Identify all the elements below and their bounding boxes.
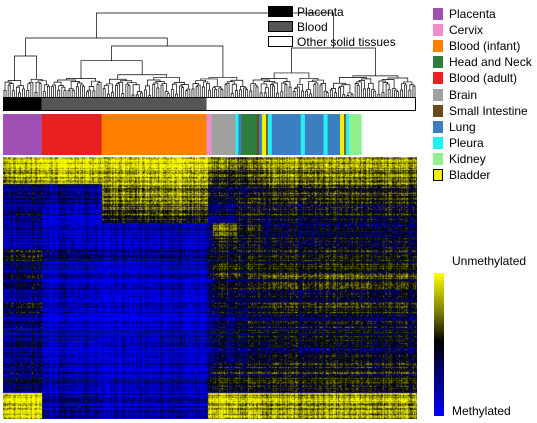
tissue-bar-segment — [241, 114, 258, 155]
tissue-legend-item: Pleura — [433, 135, 532, 151]
tissue-legend-swatch — [433, 168, 443, 181]
scale-top-label: Unmethylated — [452, 254, 527, 268]
tissue-bar-segment — [304, 114, 324, 155]
tissue-bar-segment — [344, 114, 346, 155]
tissue-legend-label: Pleura — [449, 135, 484, 150]
tissue-bar-segment — [259, 114, 263, 155]
group-legend-swatch — [268, 36, 293, 47]
tissue-bar-segment — [267, 114, 273, 155]
group-legend-swatch — [268, 21, 293, 32]
tissue-legend-label: Kidney — [449, 151, 486, 166]
tissue-legend-swatch — [433, 40, 443, 53]
tissue-legend-item: Brain — [433, 86, 532, 102]
tissue-legend-label: Cervix — [449, 23, 484, 38]
group-bar-segment — [206, 97, 416, 111]
group-legend-item: Other solid tissues — [268, 34, 396, 49]
tissue-legend-swatch — [433, 56, 443, 69]
group-legend-item: Placenta — [268, 4, 396, 19]
scale-bottom-label: Methylated — [452, 404, 511, 418]
tissue-annotation-bar — [3, 114, 362, 155]
tissue-bar-segment — [211, 114, 236, 155]
tissue-legend-item: Bladder — [433, 167, 532, 183]
tissue-legend-item: Cervix — [433, 22, 532, 38]
tissue-legend-item: Kidney — [433, 151, 532, 167]
tissue-legend-item: Blood (adult) — [433, 70, 532, 86]
tissue-legend-swatch — [433, 104, 443, 117]
tissue-legend-item: Small Intestine — [433, 103, 532, 119]
tissue-legend-label: Brain — [449, 87, 478, 102]
tissue-bar-segment — [349, 114, 362, 155]
tissue-legend-swatch — [433, 8, 443, 21]
tissue-bar-segment — [261, 114, 267, 155]
group-legend-item: Blood — [268, 19, 396, 34]
methylation-heatmap — [3, 157, 417, 419]
group-legend: Placenta Blood Other solid tissues — [268, 4, 396, 49]
group-bar-segment — [41, 97, 207, 111]
tissue-bar-segment — [340, 114, 345, 155]
tissue-bar-segment — [3, 114, 43, 155]
group-legend-swatch — [268, 6, 293, 17]
tissue-legend-item: Placenta — [433, 6, 532, 22]
group-bar-segment — [3, 97, 42, 111]
tissue-bar-segment — [41, 114, 102, 155]
tissue-legend-label: Small Intestine — [449, 103, 528, 118]
tissue-legend-swatch — [433, 152, 443, 165]
tissue-legend-item: Lung — [433, 119, 532, 135]
group-annotation-bar — [3, 97, 416, 111]
tissue-bar-segment — [256, 114, 260, 155]
tissue-legend-label: Blood (infant) — [449, 39, 521, 54]
tissue-bar-segment — [206, 114, 212, 155]
tissue-bar-segment — [101, 114, 207, 155]
group-legend-label: Other solid tissues — [297, 34, 396, 49]
tissue-legend: Placenta Cervix Blood (infant) Head and Nec… — [433, 6, 532, 183]
tissue-legend-label: Placenta — [449, 7, 496, 22]
tissue-bar-segment — [327, 114, 341, 155]
tissue-legend-swatch — [433, 136, 443, 149]
tissue-legend-item: Blood (infant) — [433, 38, 532, 54]
methylation-color-scale — [434, 273, 444, 416]
tissue-legend-item: Head and Neck — [433, 54, 532, 70]
tissue-bar-segment — [235, 114, 239, 155]
tissue-legend-label: Blood (adult) — [449, 71, 518, 86]
tissue-bar-segment — [300, 114, 306, 155]
tissue-bar-segment — [323, 114, 328, 155]
group-legend-label: Blood — [297, 19, 328, 34]
tissue-legend-swatch — [433, 24, 443, 37]
tissue-bar-segment — [238, 114, 242, 155]
tissue-legend-swatch — [433, 72, 443, 85]
tissue-legend-label: Bladder — [449, 167, 491, 182]
tissue-bar-segment — [271, 114, 301, 155]
tissue-legend-swatch — [433, 88, 443, 101]
tissue-bar-segment — [266, 114, 268, 155]
tissue-legend-label: Head and Neck — [449, 55, 532, 70]
tissue-legend-swatch — [433, 120, 443, 133]
group-legend-label: Placenta — [297, 4, 344, 19]
tissue-legend-label: Lung — [449, 119, 476, 134]
tissue-bar-segment — [345, 114, 350, 155]
